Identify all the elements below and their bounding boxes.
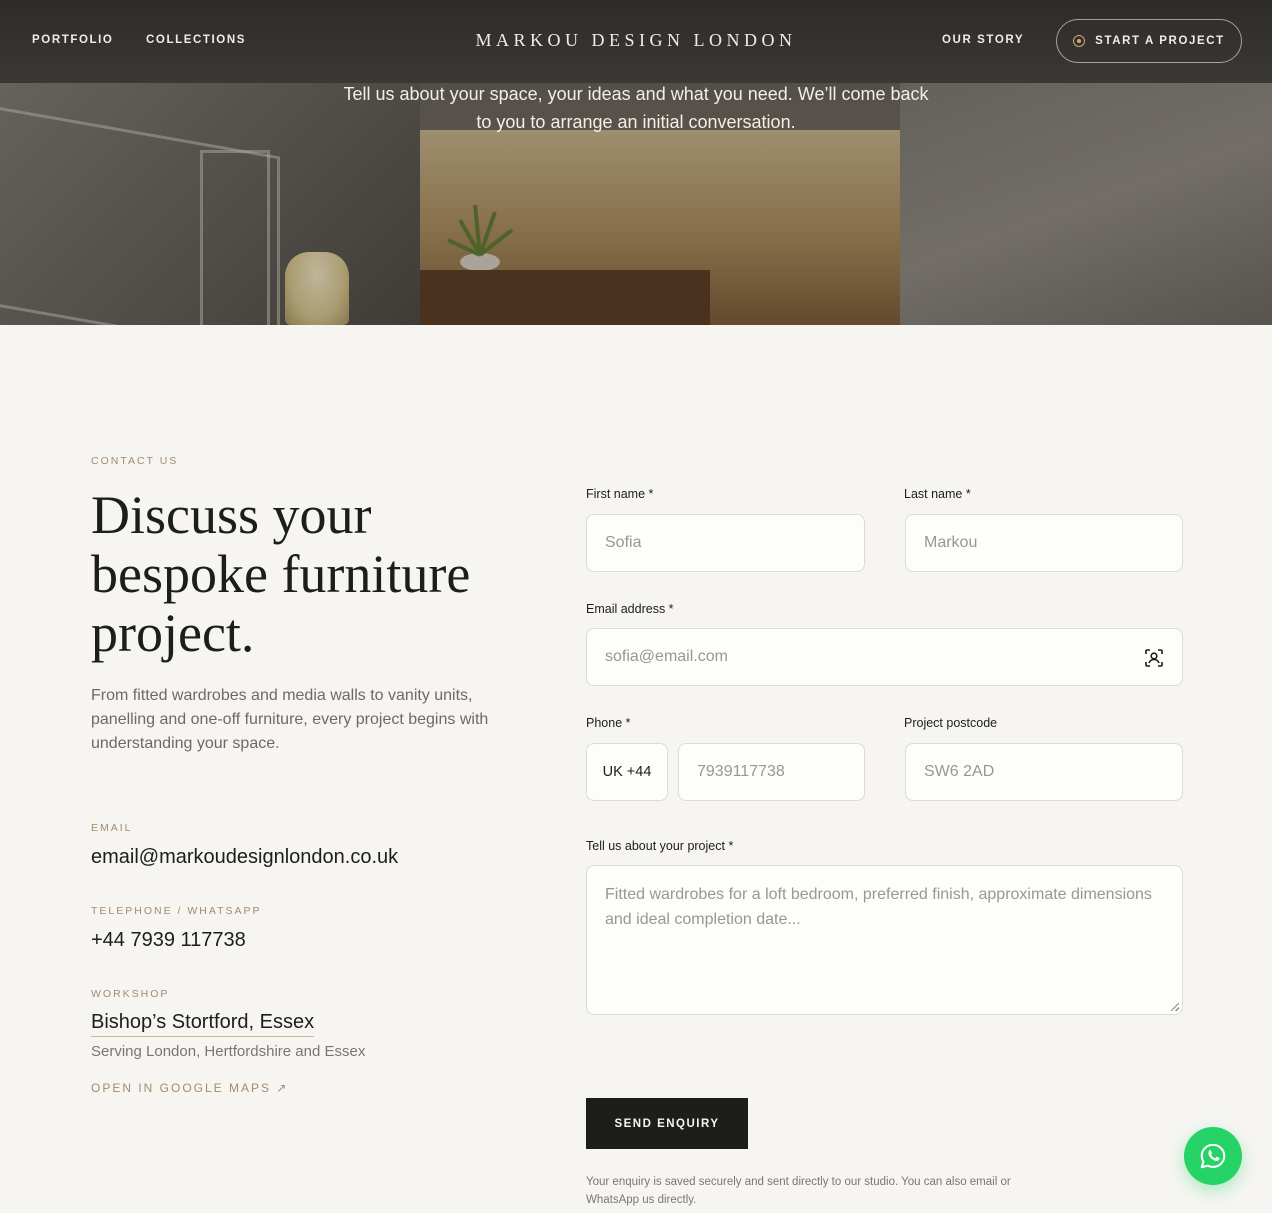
- form-note: Your enquiry is saved securely and sent …: [586, 1176, 1011, 1206]
- whatsapp-button[interactable]: [1184, 1127, 1242, 1185]
- project-field[interactable]: [586, 865, 1183, 1015]
- last-name-input[interactable]: [924, 534, 1164, 552]
- nav-our-story[interactable]: OUR STORY: [942, 34, 1024, 46]
- phone-link[interactable]: +44 7939 117738: [91, 929, 246, 952]
- start-project-label: START A PROJECT: [1095, 35, 1225, 47]
- phone-label: TELEPHONE / WHATSAPP: [91, 905, 262, 917]
- resize-handle-icon[interactable]: [1171, 1003, 1179, 1011]
- google-maps-link[interactable]: OPEN IN GOOGLE MAPS ↗: [91, 1081, 288, 1095]
- last-name-label: Last name *: [904, 487, 971, 501]
- send-enquiry-button[interactable]: SEND ENQUIRY: [586, 1098, 748, 1149]
- phone-field[interactable]: [678, 743, 865, 801]
- email-field[interactable]: [586, 628, 1183, 686]
- contact-autofill-icon[interactable]: [1144, 648, 1164, 668]
- phone-field-label: Phone *: [586, 716, 631, 730]
- dot-icon: [1073, 35, 1086, 47]
- phone-input[interactable]: [697, 763, 846, 781]
- email-link[interactable]: email@markoudesignlondon.co.uk: [91, 846, 398, 869]
- email-field-label: Email address *: [586, 602, 674, 616]
- first-name-label: First name *: [586, 487, 654, 501]
- country-code-select[interactable]: UK +44: [586, 743, 668, 801]
- email-input[interactable]: [605, 648, 1164, 666]
- first-name-field[interactable]: [586, 514, 865, 572]
- serving-area: Serving London, Hertfordshire and Essex: [91, 1043, 366, 1060]
- top-nav: PORTFOLIO COLLECTIONS MARKOU DESIGN LOND…: [0, 0, 1272, 83]
- hero-text: Tell us about your space, your ideas and…: [343, 84, 929, 132]
- intro-text: From fitted wardrobes and media walls to…: [91, 687, 489, 752]
- page-title: Discuss your bespoke furniture project.: [91, 485, 471, 663]
- email-label: EMAIL: [91, 822, 133, 834]
- postcode-input[interactable]: [924, 763, 1164, 781]
- whatsapp-icon: [1200, 1143, 1226, 1169]
- postcode-field[interactable]: [905, 743, 1183, 801]
- project-textarea[interactable]: [605, 882, 1164, 998]
- project-label: Tell us about your project *: [586, 839, 734, 853]
- last-name-field[interactable]: [905, 514, 1183, 572]
- first-name-input[interactable]: [605, 534, 846, 552]
- section-eyebrow: CONTACT US: [91, 455, 179, 467]
- workshop-address: Bishop’s Stortford, Essex: [91, 1011, 315, 1037]
- start-project-button[interactable]: START A PROJECT: [1056, 19, 1242, 63]
- postcode-label: Project postcode: [904, 716, 998, 730]
- workshop-label: WORKSHOP: [91, 988, 170, 1000]
